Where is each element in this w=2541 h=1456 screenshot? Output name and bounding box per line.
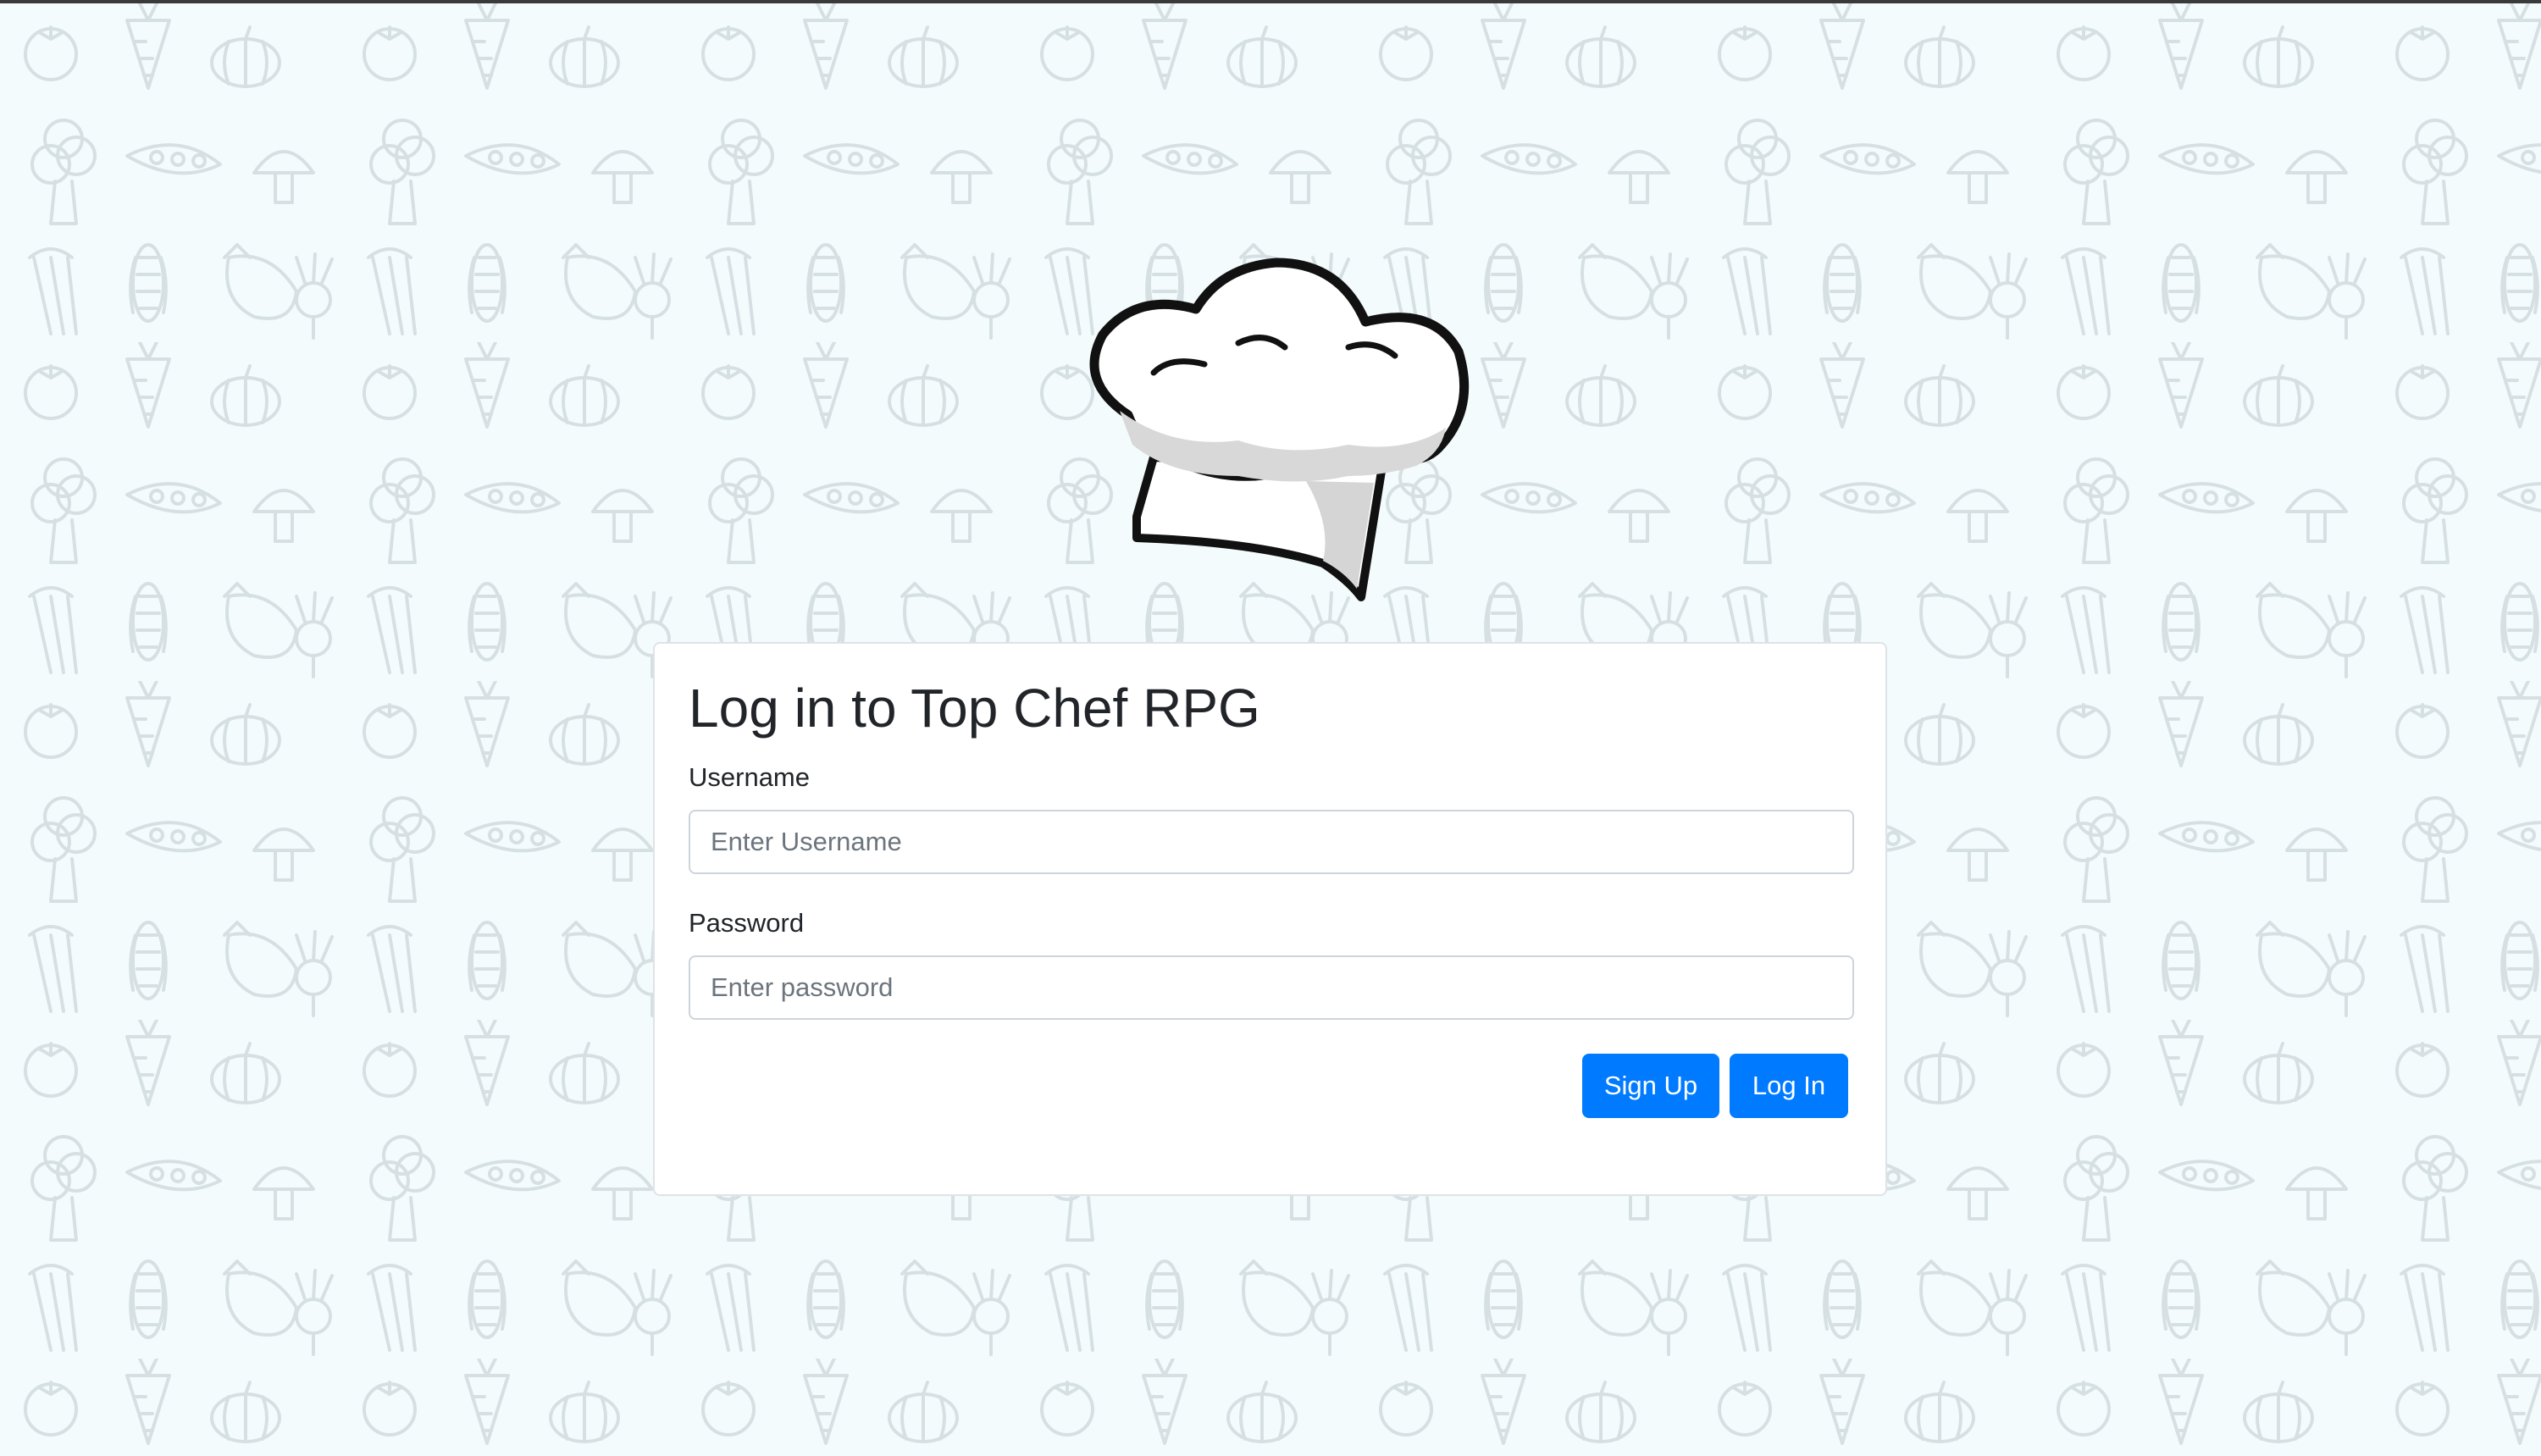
username-label: Username	[689, 762, 810, 792]
password-label: Password	[689, 908, 805, 938]
login-card: Log in to Top Chef RPG Username Password…	[653, 642, 1887, 1196]
page-title: Log in to Top Chef RPG	[689, 678, 1260, 739]
chef-hat-icon	[1089, 257, 1470, 601]
log-in-button[interactable]: Log In	[1730, 1054, 1848, 1118]
sign-up-button[interactable]: Sign Up	[1582, 1054, 1719, 1118]
username-input[interactable]	[689, 810, 1854, 874]
password-input[interactable]	[689, 955, 1854, 1020]
